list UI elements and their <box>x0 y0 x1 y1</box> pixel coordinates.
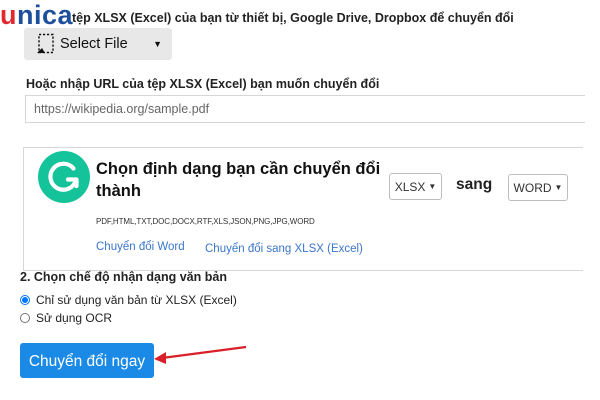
radio-label: Sử dụng OCR <box>36 311 113 325</box>
url-input[interactable] <box>25 95 585 123</box>
radio-option-ocr[interactable]: Sử dụng OCR <box>20 311 112 325</box>
to-format-dropdown[interactable]: WORD ▼ <box>508 174 568 201</box>
logo-letters: nica <box>17 0 74 30</box>
from-format-value: XLSX <box>394 179 426 194</box>
radio-option-xlsx-text[interactable]: Chỉ sử dụng văn bản từ XLSX (Excel) <box>20 293 237 307</box>
radio-xlsx-text[interactable] <box>20 295 30 305</box>
convert-word-link[interactable]: Chuyển đổi Word <box>96 241 185 253</box>
radio-ocr[interactable] <box>20 313 30 323</box>
caret-down-icon: ▼ <box>428 182 437 191</box>
supported-formats: PDF,HTML,TXT,DOC,DOCX,RTF,XLS,JSON,PNG,J… <box>96 217 315 226</box>
url-label: Hoặc nhập URL của tệp XLSX (Excel) bạn m… <box>26 77 380 91</box>
red-arrow-annotation <box>154 345 247 364</box>
chevron-down-icon: ▼ <box>153 39 162 49</box>
file-select-icon <box>37 33 54 54</box>
radio-label: Chỉ sử dụng văn bản từ XLSX (Excel) <box>36 293 237 307</box>
g-letter-icon <box>48 161 79 192</box>
upload-instruction: tệp XLSX (Excel) của bạn từ thiết bị, Go… <box>72 11 514 25</box>
connector-label: sang <box>456 176 493 193</box>
logo-letter-u: u <box>0 0 17 30</box>
grammarly-g-icon <box>38 151 90 203</box>
format-title: Chọn định dạng bạn cần chuyển đổi thành <box>96 160 381 200</box>
to-format-value: WORD <box>513 180 552 195</box>
unica-logo: unica <box>0 0 73 30</box>
from-format-dropdown[interactable]: XLSX ▼ <box>389 173 442 200</box>
select-file-button[interactable]: Select File ▼ <box>24 28 172 60</box>
caret-down-icon: ▼ <box>554 183 563 192</box>
recognition-heading: 2. Chọn chế độ nhận dạng văn bản <box>20 270 227 284</box>
select-file-label: Select File <box>60 36 128 52</box>
convert-to-xlsx-link[interactable]: Chuyển đổi sang XLSX (Excel) <box>205 243 363 255</box>
convert-now-button[interactable]: Chuyển đổi ngay <box>20 343 154 378</box>
